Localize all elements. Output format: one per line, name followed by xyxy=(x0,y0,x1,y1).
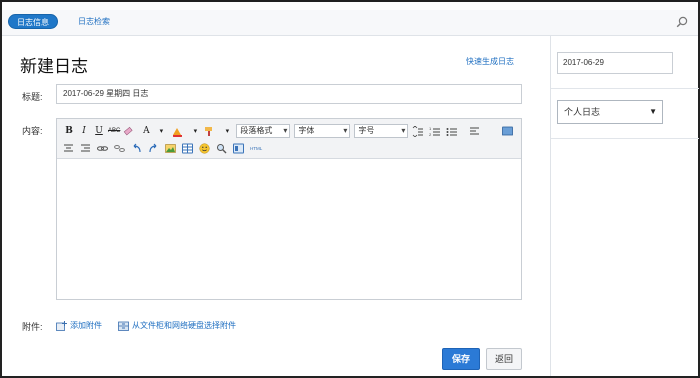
find-replace-icon[interactable] xyxy=(216,143,227,154)
preview-icon[interactable] xyxy=(233,143,244,154)
highlight-color-icon[interactable] xyxy=(172,126,183,137)
date-input[interactable]: 2017-06-29 xyxy=(557,52,673,74)
italic-button[interactable]: I xyxy=(78,124,90,138)
sidebar-divider xyxy=(551,88,699,89)
font-size-select[interactable]: 字号 xyxy=(354,124,409,138)
bold-button[interactable]: B xyxy=(63,124,75,138)
paragraph-format-select[interactable]: 段落格式 xyxy=(236,124,291,138)
editor-toolbar: B I U ABC A ▾ ▾ ▾ 段落格式 字体 字号 12 xyxy=(57,119,521,159)
highlight-dropdown-icon[interactable]: ▾ xyxy=(189,124,201,138)
tab-log-info[interactable]: 日志信息 xyxy=(8,14,58,29)
unlink-icon[interactable] xyxy=(114,143,125,154)
log-type-select[interactable]: 个人日志 ▼ xyxy=(557,100,663,124)
insert-image-icon[interactable] xyxy=(165,143,176,154)
eraser-icon[interactable] xyxy=(123,126,134,137)
fullscreen-icon[interactable] xyxy=(502,126,514,137)
main-panel: 新建日志 快速生成日志 标题: 2017-06-29 星期四 日志 内容: B … xyxy=(2,36,550,376)
file-cabinet-icon xyxy=(118,321,129,331)
select-from-storage-link[interactable]: 从文件柜和网络硬盘选择附件 xyxy=(118,320,236,331)
quick-generate-log-link[interactable]: 快速生成日志 xyxy=(466,56,514,67)
content-label: 内容: xyxy=(22,126,43,136)
add-attachment-link[interactable]: 添加附件 xyxy=(56,320,102,331)
unordered-list-icon[interactable] xyxy=(446,126,458,137)
font-family-select[interactable]: 字体 xyxy=(294,124,351,138)
ordered-list-icon[interactable]: 12 xyxy=(429,126,441,137)
font-color-dropdown-icon[interactable]: ▾ xyxy=(155,124,167,138)
html-source-icon[interactable]: HTML xyxy=(250,143,264,154)
underline-button[interactable]: U xyxy=(93,124,105,138)
link-icon[interactable] xyxy=(97,143,108,154)
log-type-value: 个人日志 xyxy=(564,107,601,117)
subject-input[interactable]: 2017-06-29 星期四 日志 xyxy=(56,84,522,104)
select-from-storage-text: 从文件柜和网络硬盘选择附件 xyxy=(132,321,236,330)
add-attachment-text: 添加附件 xyxy=(70,321,102,330)
align-right-icon[interactable] xyxy=(80,143,91,154)
search-icon[interactable] xyxy=(676,16,688,28)
rich-text-editor: B I U ABC A ▾ ▾ ▾ 段落格式 字体 字号 12 xyxy=(56,118,522,300)
svg-text:1: 1 xyxy=(429,126,432,131)
chevron-down-icon: ▼ xyxy=(649,107,657,116)
align-left-icon[interactable] xyxy=(469,126,480,137)
format-painter-icon[interactable] xyxy=(204,126,215,137)
save-button[interactable]: 保存 xyxy=(442,348,480,370)
page-title: 新建日志 xyxy=(20,57,88,77)
undo-icon[interactable] xyxy=(131,143,142,154)
font-color-button[interactable]: A xyxy=(140,124,152,138)
sidebar-divider-2 xyxy=(551,138,699,139)
top-tab-bar: 日志信息 日志检索 xyxy=(2,10,698,36)
back-button[interactable]: 返回 xyxy=(486,348,522,370)
subject-label: 标题: xyxy=(22,92,43,102)
redo-icon[interactable] xyxy=(148,143,159,154)
insert-table-icon[interactable] xyxy=(182,143,193,154)
add-attachment-icon xyxy=(56,320,67,331)
line-height-icon[interactable] xyxy=(412,125,424,137)
svg-text:HTML: HTML xyxy=(250,146,263,151)
emoticon-icon[interactable] xyxy=(199,142,210,154)
tab-log-search[interactable]: 日志检索 xyxy=(78,14,110,29)
strikethrough-button[interactable]: ABC xyxy=(108,124,120,138)
align-center-icon[interactable] xyxy=(63,143,74,154)
sidebar-panel: 2017-06-29 个人日志 ▼ xyxy=(550,36,699,376)
svg-text:2: 2 xyxy=(429,132,432,137)
attachment-label: 附件: xyxy=(22,322,43,332)
painter-dropdown-icon[interactable]: ▾ xyxy=(221,124,233,138)
editor-content-area[interactable] xyxy=(57,159,521,299)
